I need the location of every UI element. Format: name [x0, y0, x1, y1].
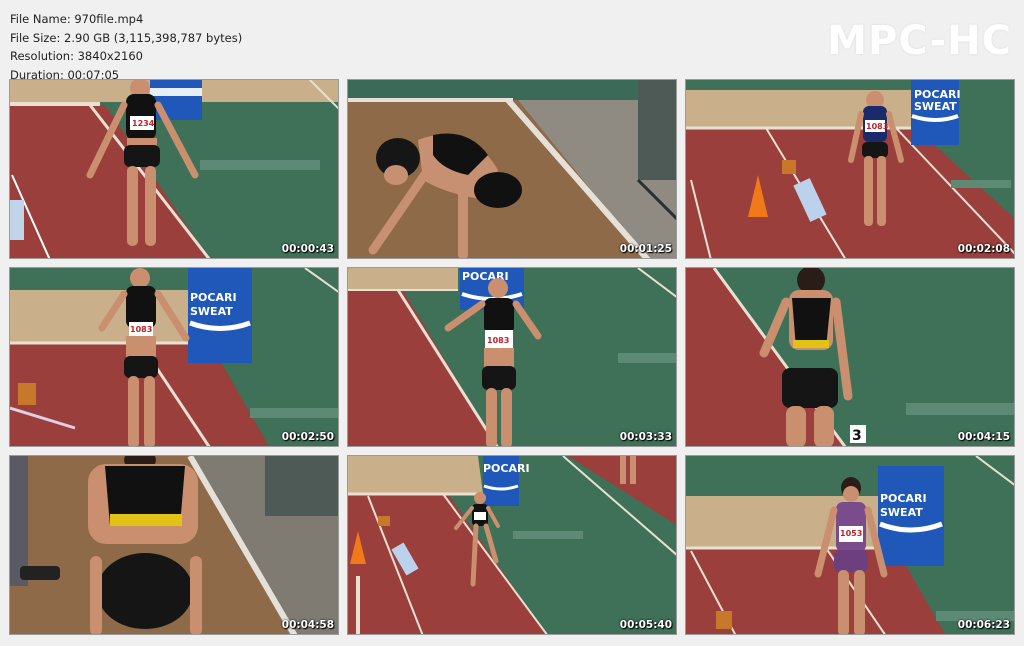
timestamp: 00:06:23: [957, 619, 1010, 631]
file-info: File Name: 970file.mp4 File Size: 2.90 G…: [10, 10, 242, 84]
thumbnail-1[interactable]: 1234 00:00:43: [9, 79, 339, 259]
bib-number: 1234: [132, 119, 155, 128]
file-size-line: File Size: 2.90 GB (3,115,398,787 bytes): [10, 30, 243, 45]
thumbnail-6[interactable]: 3 00:04:15: [685, 267, 1015, 447]
bib-number: 1083: [487, 336, 509, 345]
thumbnail-3-frame: POCARI SWEAT 1083: [686, 80, 1014, 258]
thumbnail-9-frame: POCARI SWEAT 1053: [686, 456, 1014, 634]
sign-line-1: POCARI: [190, 291, 237, 304]
timestamp: 00:01:25: [619, 243, 672, 255]
timestamp: 00:04:58: [281, 619, 334, 631]
thumbnail-9[interactable]: POCARI SWEAT 1053 00:06:23: [685, 455, 1015, 635]
thumbnail-8[interactable]: POCARI 00:05:40: [347, 455, 677, 635]
thumbnail-2-frame: [348, 80, 676, 258]
sign-line-1: POCARI: [880, 492, 927, 505]
thumbnail-4-frame: POCARI SWEAT 1083: [10, 268, 338, 446]
thumbnail-8-frame: POCARI: [348, 456, 676, 634]
sign-line-1: POCARI: [483, 462, 530, 475]
timestamp: 00:02:50: [281, 431, 334, 443]
bib-number: 1083: [130, 325, 152, 334]
timestamp: 00:00:43: [281, 243, 334, 255]
thumbnail-3[interactable]: POCARI SWEAT 1083 00:02:08: [685, 79, 1015, 259]
bib-number: 1083: [866, 122, 888, 131]
file-name-line: File Name: 970file.mp4: [10, 12, 144, 26]
resolution-line: Resolution: 3840x2160: [10, 49, 143, 63]
thumbnail-7-frame: [10, 456, 338, 634]
lane-marker-label: 3: [852, 428, 862, 444]
bib-number: 1053: [840, 529, 862, 538]
timestamp: 00:04:15: [957, 431, 1010, 443]
thumbnail-5[interactable]: POCARI 1083 00:03:33: [347, 267, 677, 447]
thumbnail-4[interactable]: POCARI SWEAT 1083 00:02:50: [9, 267, 339, 447]
timestamp: 00:03:33: [619, 431, 672, 443]
sign-line-2: SWEAT: [190, 305, 233, 318]
sign-line-2: SWEAT: [880, 506, 923, 519]
thumbnail-5-frame: POCARI 1083: [348, 268, 676, 446]
thumbnail-1-frame: 1234: [10, 80, 338, 258]
thumbnail-6-frame: 3: [686, 268, 1014, 446]
thumbnail-7[interactable]: 00:04:58: [9, 455, 339, 635]
thumbnail-2[interactable]: 00:01:25: [347, 79, 677, 259]
sign-line-2: SWEAT: [914, 100, 957, 113]
timestamp: 00:05:40: [619, 619, 672, 631]
mpc-hc-logo: MPC-HC: [827, 18, 1012, 64]
timestamp: 00:02:08: [957, 243, 1010, 255]
